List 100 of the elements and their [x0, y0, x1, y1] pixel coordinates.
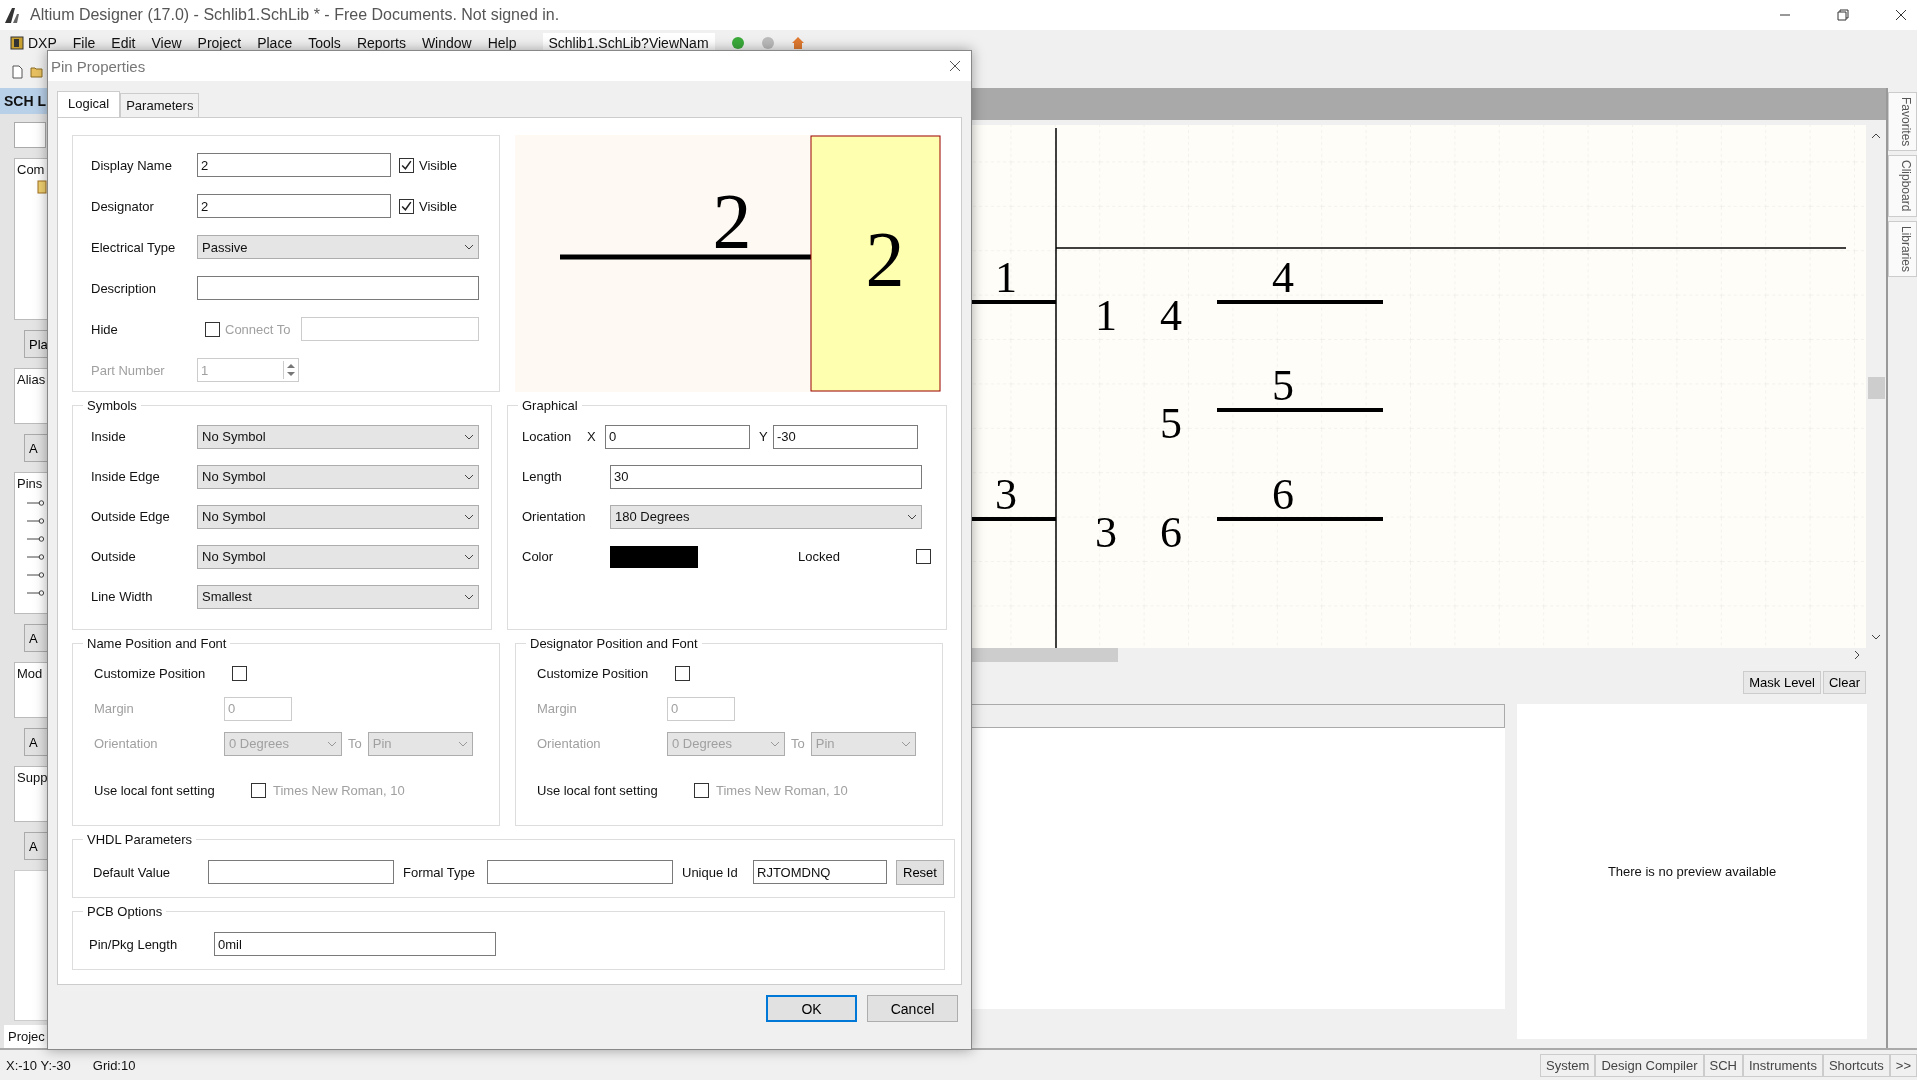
text-field[interactable]	[487, 860, 673, 884]
dropdown[interactable]: No Symbol	[197, 464, 479, 489]
menu-item[interactable]: DXP	[28, 35, 57, 51]
side-tab[interactable]: Favorites	[1888, 92, 1917, 152]
text-field[interactable]: 0mil	[214, 932, 496, 956]
menu-item[interactable]: Reports	[356, 35, 406, 51]
pin-icon	[27, 589, 45, 597]
list-header: Com	[16, 161, 46, 179]
dialog-button[interactable]: OK	[766, 995, 857, 1022]
field-label: Orientation	[521, 509, 587, 524]
panel-button[interactable]: >>	[1889, 1053, 1917, 1077]
field-label: Inside Edge	[90, 469, 161, 484]
text-field[interactable]: 0	[605, 424, 750, 449]
dropdown[interactable]: No Symbol	[197, 544, 479, 569]
font-name: Times New Roman, 10	[716, 783, 848, 798]
tab[interactable]: Parameters	[120, 93, 200, 117]
menu-item[interactable]: Tools	[308, 35, 341, 51]
pin-designator: 5	[1272, 361, 1295, 410]
circle-icon[interactable]	[730, 36, 745, 50]
checkbox[interactable]	[251, 783, 266, 798]
dropdown[interactable]: Smallest	[197, 584, 479, 609]
checkbox[interactable]	[916, 549, 931, 564]
house-icon[interactable]	[790, 36, 805, 50]
text-field[interactable]	[208, 860, 394, 884]
component-icon	[37, 180, 47, 194]
checkbox[interactable]	[232, 666, 247, 681]
caret-icon[interactable]	[464, 244, 474, 250]
side-tab[interactable]: Libraries	[1888, 220, 1917, 277]
dropdown[interactable]: Passive	[197, 235, 479, 259]
checkbox[interactable]	[694, 783, 709, 798]
spin-down-icon[interactable]	[287, 372, 295, 377]
field-label: Designator	[90, 198, 155, 214]
text-field[interactable]: 2	[197, 194, 391, 218]
scroll-down-icon[interactable]	[1871, 632, 1882, 642]
mask-button[interactable]: Clear	[1823, 671, 1867, 694]
panel-button[interactable]: A	[24, 624, 50, 652]
dialog-button[interactable]: Cancel	[867, 995, 958, 1022]
menu-item[interactable]: Place	[257, 35, 293, 51]
caret-icon[interactable]	[464, 513, 474, 520]
scroll-up-icon[interactable]	[1871, 131, 1882, 141]
panel-button[interactable]: A	[24, 434, 50, 462]
panel-button[interactable]: A	[24, 832, 50, 860]
reset-button[interactable]: Reset	[896, 859, 944, 885]
text-field[interactable]: RJTOMDNQ	[753, 860, 887, 884]
list-header: Supp	[16, 769, 49, 787]
field-label: Orientation	[536, 736, 602, 751]
spin-up-icon[interactable]	[287, 363, 295, 368]
caret-icon[interactable]	[907, 513, 917, 520]
side-tab[interactable]: Clipboard	[1888, 155, 1917, 217]
panel-button[interactable]: SCH	[1703, 1053, 1743, 1077]
cursor-position: X:-10 Y:-30	[5, 1057, 72, 1073]
panel-button[interactable]: System	[1540, 1053, 1596, 1077]
close-icon[interactable]	[1895, 9, 1907, 21]
panel-tab[interactable]: Projec	[4, 1025, 50, 1048]
dropdown[interactable]: No Symbol	[197, 424, 479, 449]
field-label: Y	[759, 429, 769, 444]
panel-button[interactable]: A	[24, 728, 50, 756]
text-field[interactable]	[300, 317, 479, 341]
caret-icon[interactable]	[464, 593, 474, 600]
menu-item[interactable]: Project	[197, 35, 242, 51]
pin-icon	[27, 571, 45, 579]
document-selector[interactable]: Schlib1.SchLib?ViewNam	[542, 33, 715, 53]
text-field[interactable]: 30	[610, 464, 922, 489]
dropdown[interactable]: 180 Degrees	[610, 504, 922, 529]
checkbox[interactable]	[205, 321, 220, 337]
tab[interactable]: Logical	[57, 91, 121, 117]
caret-icon[interactable]	[464, 473, 474, 480]
color-swatch[interactable]	[610, 545, 698, 568]
scroll-thumb[interactable]	[1867, 377, 1885, 399]
panel-button[interactable]: Instruments	[1742, 1053, 1823, 1077]
menu-item[interactable]: Edit	[111, 35, 136, 51]
restore-icon[interactable]	[1837, 9, 1849, 21]
menu-item[interactable]: View	[151, 35, 182, 51]
text-field[interactable]: -30	[773, 424, 918, 449]
text-field[interactable]: 2	[197, 153, 391, 177]
checkbox[interactable]	[675, 666, 690, 681]
menu-item[interactable]: Help	[487, 35, 517, 51]
new-document-icon[interactable]	[10, 65, 24, 79]
group-title: VHDL Parameters	[86, 832, 193, 847]
mask-button[interactable]: Mask Level	[1743, 671, 1821, 694]
checkbox[interactable]	[399, 157, 414, 173]
checkbox[interactable]	[399, 198, 414, 214]
close-icon[interactable]	[949, 60, 961, 72]
panel-button[interactable]: Pla	[24, 330, 50, 358]
dropdown[interactable]: No Symbol	[197, 504, 479, 529]
app-menu-icon[interactable]	[10, 36, 24, 50]
panel-button[interactable]: Shortcuts	[1822, 1053, 1890, 1077]
menu-item[interactable]: File	[72, 35, 96, 51]
field-label: Default Value	[92, 864, 172, 880]
menu-item[interactable]: Window	[421, 35, 472, 51]
text-field[interactable]	[197, 276, 479, 300]
folder-icon[interactable]	[30, 65, 44, 79]
field-label: Part Number	[90, 362, 166, 378]
panel-button[interactable]: Design Compiler	[1595, 1053, 1704, 1077]
filter-field[interactable]	[14, 122, 46, 148]
checkbox-label: Customize Position	[536, 666, 650, 681]
caret-icon[interactable]	[464, 553, 474, 560]
field-label: Formal Type	[403, 864, 476, 880]
caret-icon[interactable]	[464, 433, 474, 440]
list-header: Mod	[16, 665, 44, 683]
